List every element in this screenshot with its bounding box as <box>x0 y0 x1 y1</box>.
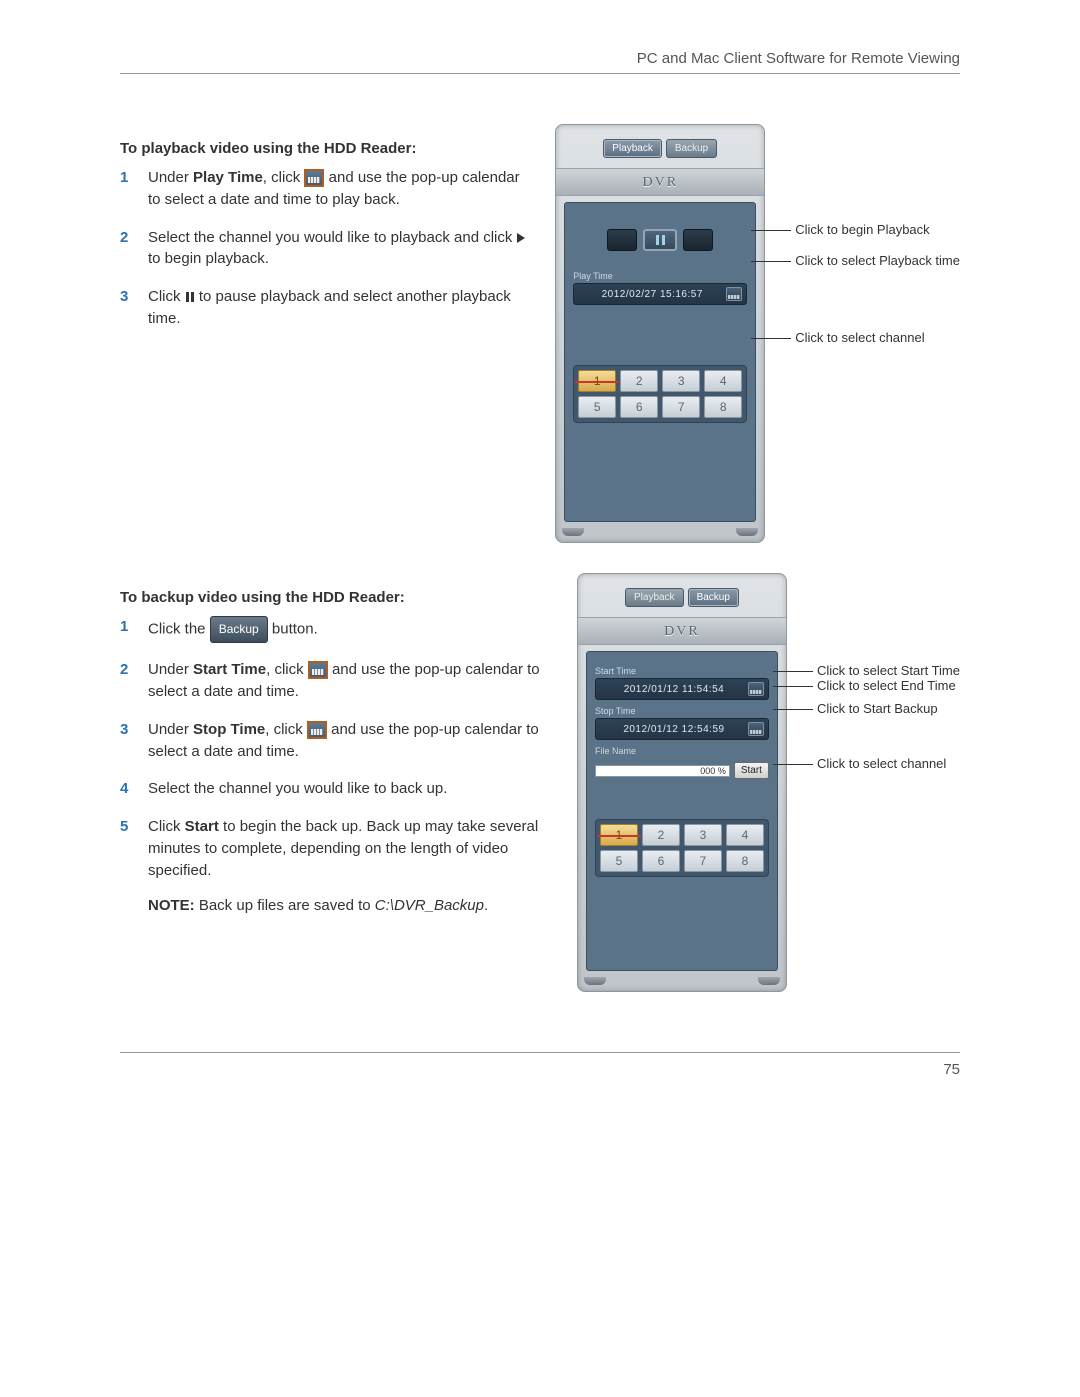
transport-button[interactable] <box>683 229 713 251</box>
play-icon <box>517 233 525 243</box>
starttime-field[interactable]: 2012/01/12 11:54:54 <box>595 678 769 700</box>
stoptime-value: 2012/01/12 12:54:59 <box>600 724 748 735</box>
callout-start-backup: Click to Start Backup <box>787 701 960 718</box>
channel-4[interactable]: 4 <box>726 824 764 846</box>
callout-playback-time: Click to select Playback time <box>765 253 960 270</box>
start-button[interactable]: Start <box>734 762 769 779</box>
dvr-playback-figure: Playback Backup DVR Play Time 2012/02/27… <box>555 124 765 543</box>
progress-bar: 000 % <box>595 765 730 777</box>
page-number: 75 <box>943 1061 960 1078</box>
callout-select-channel: Click to select channel <box>765 330 960 347</box>
tab-playback[interactable]: Playback <box>625 588 684 607</box>
dvr-logo: DVR <box>654 624 710 640</box>
playtime-field[interactable]: 2012/02/27 15:16:57 <box>573 283 747 305</box>
tab-backup[interactable]: Backup <box>688 588 739 607</box>
tab-playback[interactable]: Playback <box>603 139 662 158</box>
step-1: Click the Backup button. <box>120 616 553 643</box>
tab-backup[interactable]: Backup <box>666 139 717 158</box>
playtime-value: 2012/02/27 15:16:57 <box>578 289 726 300</box>
calendar-icon[interactable] <box>748 722 764 736</box>
step-5: Click Start to begin the back up. Back u… <box>120 816 553 881</box>
header-title: PC and Mac Client Software for Remote Vi… <box>637 50 960 67</box>
channel-7[interactable]: 7 <box>684 850 722 872</box>
channel-5[interactable]: 5 <box>578 396 616 418</box>
channel-1[interactable]: 1 <box>600 824 638 846</box>
channel-8[interactable]: 8 <box>704 396 742 418</box>
channel-2[interactable]: 2 <box>642 824 680 846</box>
stoptime-field[interactable]: 2012/01/12 12:54:59 <box>595 718 769 740</box>
channel-1[interactable]: 1 <box>578 370 616 392</box>
channel-4[interactable]: 4 <box>704 370 742 392</box>
channel-6[interactable]: 6 <box>620 396 658 418</box>
step-2: Select the channel you would like to pla… <box>120 227 531 271</box>
starttime-label: Start Time <box>595 666 769 676</box>
backup-chip-icon: Backup <box>210 616 268 643</box>
channel-5[interactable]: 5 <box>600 850 638 872</box>
page-footer: 75 <box>120 1052 960 1078</box>
calendar-icon <box>304 169 324 187</box>
step-1: Under Play Time, click and use the pop-u… <box>120 167 531 211</box>
channel-7[interactable]: 7 <box>662 396 700 418</box>
section2-heading: To backup video using the HDD Reader: <box>120 589 553 606</box>
channel-grid: 1 2 3 4 5 6 7 8 <box>573 365 747 423</box>
section1-steps: Under Play Time, click and use the pop-u… <box>120 167 531 330</box>
starttime-value: 2012/01/12 11:54:54 <box>600 684 748 695</box>
section2-steps: Click the Backup button. Under Start Tim… <box>120 616 553 881</box>
pause-icon <box>185 292 195 302</box>
step-3: Click to pause playback and select anoth… <box>120 286 531 330</box>
step-4: Select the channel you would like to bac… <box>120 778 553 800</box>
dvr-backup-figure: Playback Backup DVR Start Time 2012/01/1… <box>577 573 787 992</box>
play-pause-button[interactable] <box>643 229 677 251</box>
channel-3[interactable]: 3 <box>684 824 722 846</box>
filename-label: File Name <box>595 746 769 756</box>
calendar-icon <box>308 661 328 679</box>
channel-2[interactable]: 2 <box>620 370 658 392</box>
dvr-logo: DVR <box>632 175 688 191</box>
section1-heading: To playback video using the HDD Reader: <box>120 140 531 157</box>
calendar-icon[interactable] <box>726 287 742 301</box>
callout-select-channel: Click to select channel <box>787 756 960 773</box>
channel-3[interactable]: 3 <box>662 370 700 392</box>
step-2: Under Start Time, click and use the pop-… <box>120 659 553 703</box>
stoptime-label: Stop Time <box>595 706 769 716</box>
transport-button[interactable] <box>607 229 637 251</box>
channel-grid: 1 2 3 4 5 6 7 8 <box>595 819 769 877</box>
note: NOTE: Back up files are saved to C:\DVR_… <box>120 897 553 914</box>
playtime-label: Play Time <box>573 271 747 281</box>
callout-begin-playback: Click to begin Playback <box>765 222 960 239</box>
page-header: PC and Mac Client Software for Remote Vi… <box>120 50 960 74</box>
channel-6[interactable]: 6 <box>642 850 680 872</box>
channel-8[interactable]: 8 <box>726 850 764 872</box>
step-3: Under Stop Time, click and use the pop-u… <box>120 719 553 763</box>
calendar-icon <box>307 721 327 739</box>
callout-end-time: Click to select End Time <box>787 678 960 695</box>
calendar-icon[interactable] <box>748 682 764 696</box>
